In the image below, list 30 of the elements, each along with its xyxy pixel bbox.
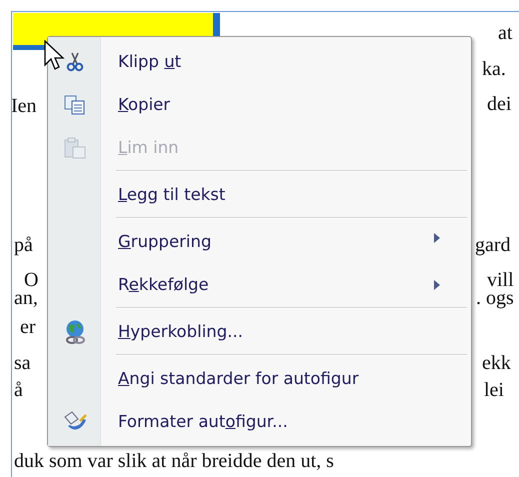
document-text: duk som var slik at når breidde den ut, s (14, 450, 334, 473)
menu-item[interactable]: Legg til tekst (48, 169, 471, 216)
menu-item-label: Kopier (118, 95, 170, 114)
menu-item-label: Legg til tekst (118, 185, 226, 204)
menu-item[interactable]: Hyperkobling... (48, 306, 471, 353)
document-text: å (14, 379, 23, 402)
document-text: gard (475, 234, 511, 257)
document-text: ekk (482, 352, 511, 375)
menu-item-label: Lim inn (118, 138, 179, 157)
document-text: lei (484, 379, 504, 402)
document-text: på (14, 234, 33, 257)
menu-item[interactable]: Formater autofigur... (48, 400, 471, 443)
document-text: ka. (482, 58, 506, 81)
document-text: er (20, 316, 36, 339)
document-text: at (498, 22, 512, 45)
menu-item-label: Angi standarder for autofigur (118, 369, 359, 388)
menu-item-label: Formater autofigur... (118, 412, 288, 431)
menu-item-label: Hyperkobling... (118, 322, 243, 341)
menu-item-label: Rekkefølge (118, 275, 209, 294)
copy-icon (62, 94, 86, 116)
menu-item[interactable]: Rekkefølge (48, 263, 471, 306)
clipboard-icon (62, 136, 86, 160)
menu-item-label: Gruppering (118, 232, 212, 251)
document-text: sa (14, 352, 31, 375)
document-text: Ien (12, 95, 37, 118)
menu-item[interactable]: Gruppering (48, 216, 471, 263)
document-text: dei (487, 93, 512, 116)
menu-item[interactable]: Kopier (48, 83, 471, 126)
menu-item[interactable]: Angi standarder for autofigur (48, 353, 471, 400)
menu-item-label: Klipp ut (118, 52, 182, 71)
